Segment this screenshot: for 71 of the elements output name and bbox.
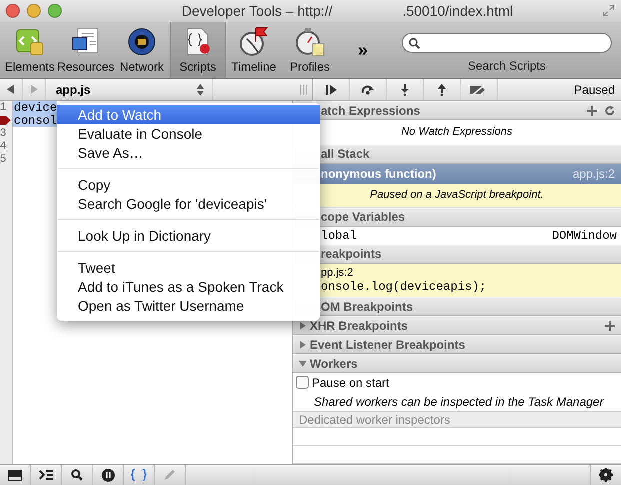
collapsed-triangle-icon bbox=[299, 322, 307, 330]
line-number: 5 bbox=[0, 154, 7, 166]
back-icon[interactable] bbox=[7, 85, 15, 94]
fullscreen-icon[interactable] bbox=[603, 5, 615, 17]
debugger-status: Paused bbox=[574, 82, 616, 96]
search-label: Search Scripts bbox=[468, 59, 546, 73]
empty-message: No Watch Expressions bbox=[400, 125, 514, 140]
breakpoint-marker-icon bbox=[0, 115, 11, 126]
step-over-icon[interactable] bbox=[361, 84, 375, 94]
close-button[interactable] bbox=[6, 4, 20, 18]
toolbar-tab[interactable]: Profiles bbox=[282, 22, 338, 78]
console-icon[interactable] bbox=[39, 470, 53, 480]
line-number: 3 bbox=[0, 128, 7, 140]
section-header[interactable]: Workers bbox=[293, 354, 621, 374]
section-title: cope Variables bbox=[321, 210, 406, 224]
clock-flag-icon bbox=[238, 26, 270, 58]
pause-icon[interactable] bbox=[102, 468, 114, 482]
search-icon[interactable] bbox=[71, 469, 83, 481]
overflow-chevron[interactable]: » bbox=[358, 40, 368, 78]
property-value: DOMWindow bbox=[552, 228, 617, 243]
minimize-button[interactable] bbox=[27, 4, 41, 18]
checkbox-label: Pause on start bbox=[312, 376, 390, 390]
line-number: 1 bbox=[0, 102, 7, 114]
section-header[interactable]: atch Expressions bbox=[293, 101, 621, 120]
menu-item[interactable]: Look Up in Dictionary bbox=[57, 226, 320, 245]
section-title: all Stack bbox=[321, 147, 370, 162]
grip-icon bbox=[300, 84, 308, 94]
line-number: 4 bbox=[0, 140, 7, 152]
step-into-icon[interactable] bbox=[401, 84, 409, 96]
settings-icon[interactable] bbox=[599, 468, 613, 482]
toolbar-tab[interactable]: Elements bbox=[2, 22, 58, 78]
expanded-triangle-icon bbox=[299, 360, 307, 368]
frame-location: app.js:2 bbox=[572, 166, 615, 181]
menu-item[interactable]: Add to Watch bbox=[57, 105, 320, 124]
refresh-icon[interactable] bbox=[605, 106, 615, 116]
search-icon bbox=[409, 38, 420, 48]
toolbar-tab[interactable]: Timeline bbox=[226, 22, 282, 78]
deactivate-breakpoints-icon[interactable] bbox=[470, 84, 488, 94]
step-out-icon[interactable] bbox=[438, 84, 446, 96]
zoom-button[interactable] bbox=[48, 4, 62, 18]
info-note: Shared workers can be inspected in the Task Manager bbox=[313, 394, 606, 411]
section-title: reakpoints bbox=[321, 247, 382, 262]
section-title: Workers bbox=[310, 356, 358, 371]
window-title: Developer Tools – http:// bbox=[182, 3, 333, 19]
updown-icon bbox=[197, 84, 204, 96]
window-title: .50010/index.html bbox=[402, 3, 514, 19]
braces-icon[interactable] bbox=[131, 469, 147, 481]
file-select[interactable]: app.js bbox=[46, 79, 213, 100]
toolbar-tab[interactable]: Network bbox=[114, 22, 170, 78]
section-title: OM Breakpoints bbox=[321, 300, 414, 314]
toolbar-tab[interactable]: Resources bbox=[58, 22, 114, 78]
section-title: atch Expressions bbox=[321, 104, 420, 118]
resume-icon[interactable] bbox=[326, 84, 336, 94]
subsection-header: Dedicated worker inspectors bbox=[293, 411, 621, 428]
collapsed-triangle-icon bbox=[299, 340, 307, 349]
stopwatch-icon bbox=[294, 26, 326, 58]
toolbar-tab[interactable]: Scripts bbox=[170, 22, 226, 78]
code-line: device bbox=[14, 100, 58, 114]
property-name: lobal bbox=[321, 228, 358, 243]
menu-item[interactable]: Evaluate in Console bbox=[57, 124, 320, 143]
code-line: consol bbox=[14, 114, 58, 128]
search-field[interactable] bbox=[402, 33, 612, 53]
add-icon[interactable] bbox=[587, 106, 597, 116]
section-title: Event Listener Breakpoints bbox=[310, 338, 466, 352]
checkbox[interactable] bbox=[296, 376, 309, 390]
section-title: XHR Breakpoints bbox=[310, 318, 408, 333]
add-icon[interactable] bbox=[605, 320, 615, 331]
section-header[interactable]: XHR Breakpoints bbox=[293, 316, 621, 336]
dock-icon[interactable] bbox=[8, 470, 22, 480]
section-header[interactable]: Event Listener Breakpoints bbox=[293, 335, 621, 354]
globe-icon bbox=[126, 26, 158, 58]
